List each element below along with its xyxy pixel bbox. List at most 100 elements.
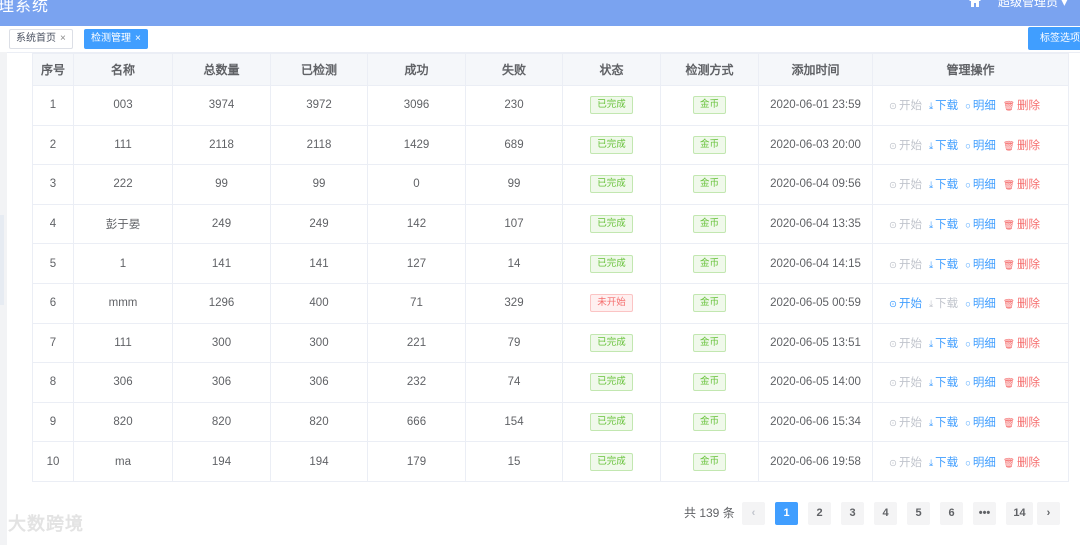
search-icon: ○ [965,140,971,152]
download-label: 下载 [935,298,959,311]
download-button[interactable]: ⤓ 下载 [929,374,958,390]
cell-no: 3 [32,164,74,205]
cell-actions: ⊙ 开始 ⤓ 下载 ○ 明细 🗑 删除 [872,441,1069,482]
delete-button[interactable]: 🗑 删除 [1003,454,1040,470]
cell-status: 未开始 [562,282,661,324]
table-header-row: 序号 名称 总数量 已检测 成功 失败 状态 检测方式 添加时间 管理操作 [32,53,1069,86]
delete-button[interactable]: 🗑 删除 [1003,216,1040,232]
detail-button[interactable]: ○ 明细 [965,176,996,192]
download-button[interactable]: ⤓ 下载 [929,414,958,430]
page-button[interactable]: 1 [775,502,798,525]
page-button[interactable]: 6 [940,502,963,525]
download-button[interactable]: ⤓ 下载 [929,137,958,153]
download-icon: ⤓ [928,259,934,271]
start-button[interactable]: ⊙ 开始 [889,414,922,430]
tag-options-button[interactable]: 标签选项 [1028,27,1080,50]
cell-success: 179 [367,441,466,482]
cell-time: 2020-06-03 20:00 [758,124,873,166]
cell-checked: 2118 [270,124,368,166]
method-badge: 金币 [692,254,726,273]
cell-fail: 99 [465,164,563,205]
download-icon: ⤓ [928,140,934,152]
table-row: 5 1 141 141 127 14 已完成 金币 2020-06-04 14:15 ⊙ 开始 ⤓ 下载… [32,243,1069,284]
start-button[interactable]: ⊙ 开始 [889,176,922,192]
cell-name: 306 [73,362,173,403]
page-button[interactable]: 3 [841,502,864,525]
start-button[interactable]: ⊙ 开始 [889,374,922,390]
detail-button[interactable]: ○ 明细 [965,335,996,351]
home-icon[interactable] [968,0,982,8]
page-button[interactable]: 4 [874,502,897,525]
start-button[interactable]: ⊙ 开始 [889,137,922,153]
cell-name: 1 [73,243,173,284]
next-page-button[interactable]: › [1037,502,1060,525]
column-header: 序号 [32,53,74,86]
download-button[interactable]: ⤓ 下载 [929,97,958,113]
delete-button[interactable]: 🗑 删除 [1003,335,1040,351]
download-label: 下载 [935,377,959,390]
cell-success: 666 [367,401,466,443]
pagination: 共 139 条 ‹ 1 2 3 4 5 6 ••• 14 › [0,502,1080,525]
delete-button[interactable]: 🗑 删除 [1003,97,1040,113]
cell-fail: 14 [465,243,563,284]
close-icon[interactable]: × [60,33,66,44]
detail-button[interactable]: ○ 明细 [965,454,996,470]
play-circle-icon: ⊙ [889,180,897,192]
download-button[interactable]: ⤓ 下载 [929,216,958,232]
start-button[interactable]: ⊙ 开始 [889,97,922,113]
cell-method: 金币 [660,362,759,403]
download-button[interactable]: ⤓ 下载 [929,335,958,351]
detail-button[interactable]: ○ 明细 [965,216,996,232]
detail-label: 明细 [972,298,996,311]
cell-fail: 79 [465,322,563,364]
page-button[interactable]: 14 [1006,502,1033,525]
delete-button[interactable]: 🗑 删除 [1003,137,1040,153]
cell-checked: 249 [270,203,368,245]
cell-no: 6 [32,282,74,324]
cell-success: 71 [367,282,466,324]
detail-label: 明细 [972,100,996,113]
tab-detection-management[interactable]: 检测管理 × [84,29,148,49]
delete-button[interactable]: 🗑 删除 [1003,374,1040,390]
detail-label: 明细 [972,377,996,390]
cell-checked: 3972 [270,85,368,126]
cell-success: 0 [367,164,466,205]
delete-button[interactable]: 🗑 删除 [1003,414,1040,430]
download-icon: ⤓ [928,338,934,350]
download-button[interactable]: ⤓ 下载 [929,454,958,470]
start-button[interactable]: ⊙ 开始 [889,256,922,272]
detail-button[interactable]: ○ 明细 [965,137,996,153]
delete-button[interactable]: 🗑 删除 [1003,176,1040,192]
start-button[interactable]: ⊙ 开始 [889,216,922,232]
pagination-ellipsis[interactable]: ••• [973,502,996,525]
close-icon[interactable]: × [135,33,141,44]
detail-button[interactable]: ○ 明细 [965,414,996,430]
trash-icon: 🗑 [1002,220,1015,232]
detail-button[interactable]: ○ 明细 [965,97,996,113]
delete-button[interactable]: 🗑 删除 [1003,256,1040,272]
search-icon: ○ [965,101,971,113]
trash-icon: 🗑 [1002,180,1015,192]
page-button[interactable]: 5 [907,502,930,525]
start-button[interactable]: ⊙ 开始 [889,335,922,351]
user-menu[interactable]: 超级管理员 ▾ [998,0,1067,10]
tab-home[interactable]: 系统首页 × [9,29,73,49]
download-button[interactable]: ⤓ 下载 [929,176,958,192]
delete-button[interactable]: 🗑 删除 [1003,295,1040,311]
detail-button[interactable]: ○ 明细 [965,374,996,390]
start-button[interactable]: ⊙ 开始 [889,454,922,470]
start-button[interactable]: ⊙ 开始 [889,295,922,311]
method-badge: 金币 [692,215,726,234]
download-button[interactable]: ⤓ 下载 [929,295,958,311]
page-button[interactable]: 2 [808,502,831,525]
prev-page-button[interactable]: ‹ [742,502,765,525]
tab-label: 检测管理 [91,33,131,44]
column-header: 状态 [562,53,661,86]
column-header: 添加时间 [758,53,873,86]
detail-button[interactable]: ○ 明细 [965,295,996,311]
delete-label: 删除 [1016,100,1040,113]
detail-button[interactable]: ○ 明细 [965,256,996,272]
cell-fail: 329 [465,282,563,324]
detail-label: 明细 [972,179,996,192]
download-button[interactable]: ⤓ 下载 [929,256,958,272]
